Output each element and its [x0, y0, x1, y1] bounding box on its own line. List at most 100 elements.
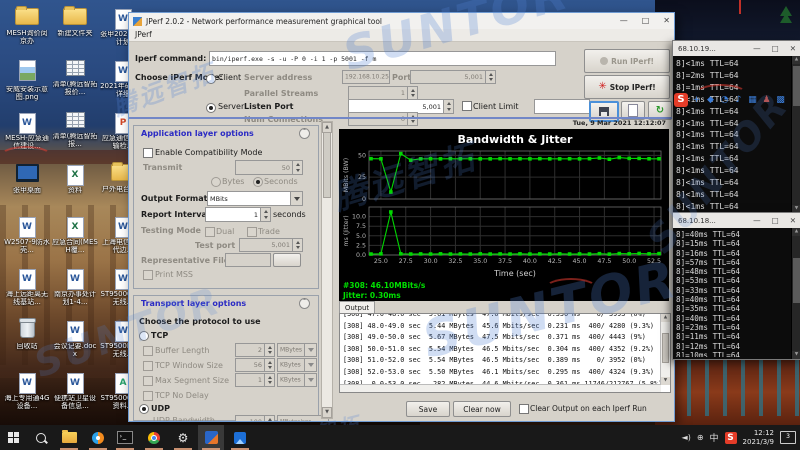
browse-button[interactable]	[273, 253, 301, 267]
desktop-icon-16[interactable]: W海上远距离无线基站...	[4, 266, 50, 316]
jperf-window[interactable]: JPerf 2.0.2 - Network performance measur…	[128, 12, 675, 422]
print-mss-checkbox[interactable]	[143, 270, 153, 280]
scrollbar-thumb[interactable]	[662, 333, 669, 363]
output-format-dropdown[interactable]: MBits	[207, 191, 303, 206]
output-scrollbar[interactable]: ▲ ▼	[660, 314, 670, 385]
cmd-button[interactable]: ›_	[112, 425, 138, 450]
spinner-arrows[interactable]	[407, 87, 417, 99]
scroll-up-icon[interactable]: ▲	[792, 56, 800, 64]
settings-button[interactable]: ⚙	[170, 425, 196, 450]
spinner-arrows[interactable]	[485, 71, 495, 83]
desktop-icon-19[interactable]: 回收站	[4, 318, 50, 368]
scroll-up-icon[interactable]: ▲	[792, 228, 800, 236]
desktop-icon-4[interactable]: 安威安装示意图.png	[4, 58, 50, 108]
keyboard-icon[interactable]: ▦	[747, 94, 758, 106]
start-button[interactable]	[0, 425, 26, 450]
scroll-down-icon[interactable]: ▼	[661, 377, 670, 385]
run-iperf-button[interactable]: Run IPerf!	[584, 49, 670, 73]
desktop-icon-2[interactable]: 新建文件夹	[52, 6, 98, 56]
file-explorer-button[interactable]	[56, 425, 82, 450]
speaker-icon[interactable]: ◄)	[682, 433, 691, 442]
menu-jperf[interactable]: JPerf	[135, 30, 152, 39]
notification-icon[interactable]: 3	[780, 431, 796, 444]
jperf-taskbar-button[interactable]	[198, 425, 224, 450]
buffer-length-unit-dropdown[interactable]: MBytes	[277, 343, 317, 357]
client-limit-field[interactable]	[534, 99, 590, 114]
scrollbar-thumb[interactable]	[793, 258, 800, 303]
ping-window-2[interactable]: 68.10.18... —□✕ 8]=40ms TTL=64 8]=15ms T…	[672, 212, 800, 360]
port-spinner[interactable]: 5,001	[410, 70, 496, 84]
chrome-button[interactable]	[141, 425, 167, 450]
chevron-down-icon[interactable]	[290, 192, 302, 205]
representative-file-field[interactable]	[225, 253, 271, 267]
maximize-icon[interactable]: □	[772, 216, 779, 225]
jperf-menubar[interactable]: JPerf	[129, 29, 674, 42]
taskbar-clock[interactable]: 12:122021/3/9	[743, 429, 774, 446]
ping-window-2-titlebar[interactable]: 68.10.18... —□✕	[673, 213, 800, 228]
buffer-length-spinner[interactable]: 2	[235, 343, 275, 357]
spinner-arrows[interactable]	[292, 239, 302, 251]
sogou-tray-icon[interactable]: S	[725, 432, 737, 444]
server-address-field[interactable]: 192.168.10.253	[342, 70, 390, 84]
iperf-command-field[interactable]: bin/iperf.exe -s -u -P 0 -i 1 -p 5001 -f…	[209, 51, 556, 66]
ping-window-1[interactable]: 68.10.19... —□✕ 8]<1ms TTL=64 8]=2ms TTL…	[672, 40, 800, 214]
ping-window-1-titlebar[interactable]: 68.10.19... —□✕	[673, 41, 800, 56]
maximize-icon[interactable]: □	[772, 44, 779, 53]
spinner-arrows[interactable]	[264, 344, 274, 356]
tcp-no-delay-checkbox[interactable]	[143, 391, 153, 401]
scroll-down-icon[interactable]: ▼	[322, 407, 332, 418]
clock-icon[interactable]: ◔	[719, 94, 730, 106]
report-interval-spinner[interactable]: 1	[205, 207, 271, 222]
chevron-down-icon[interactable]	[304, 374, 316, 386]
clear-now-button[interactable]: Clear now	[453, 401, 511, 417]
desktop-icon-14[interactable]: X应急合同(MESH覆...	[52, 214, 98, 264]
collapse-icon[interactable]: ˆ	[299, 298, 310, 309]
desktop-icon-17[interactable]: W南京办事处计划1-4...	[52, 266, 98, 316]
spinner-arrows[interactable]	[264, 359, 274, 371]
desktop-icon-7[interactable]: WMESH-应急通信建设...	[4, 110, 50, 160]
minimize-icon[interactable]: —	[753, 216, 761, 225]
spinner-arrows[interactable]	[264, 416, 274, 422]
transmit-spinner[interactable]: 50	[235, 160, 303, 175]
output-hscrollbar[interactable]	[340, 384, 661, 392]
options-scrollbar[interactable]: ▲ ▼	[321, 121, 333, 419]
jperf-titlebar[interactable]: JPerf 2.0.2 - Network performance measur…	[129, 13, 674, 29]
ime-indicator[interactable]: 中	[710, 431, 719, 444]
parallel-streams-spinner[interactable]: 1	[348, 86, 418, 100]
scrollbar-thumb[interactable]	[323, 132, 331, 198]
stop-iperf-button[interactable]: ✳Stop IPerf!	[584, 75, 670, 99]
grid-icon[interactable]: ▩	[775, 94, 786, 106]
desktop-icon-22[interactable]: W海上专用通4G设备...	[4, 370, 50, 420]
udp-bandwidth-spinner[interactable]: 100	[235, 415, 275, 422]
microphone-icon[interactable]: ♪	[733, 94, 744, 106]
close-icon[interactable]: ✕	[790, 44, 796, 53]
desktop-icon-10[interactable]: 张甲桌面	[4, 162, 50, 212]
spinner-arrows[interactable]	[443, 100, 453, 113]
add-icon[interactable]: +	[691, 94, 702, 106]
spinner-arrows[interactable]	[407, 113, 417, 125]
minimize-icon[interactable]: —	[753, 44, 761, 53]
target-icon[interactable]: ◆	[705, 94, 716, 106]
tcp-radio[interactable]	[139, 331, 149, 341]
desktop-icon-23[interactable]: W便携站卫星设备信息...	[52, 370, 98, 420]
test-port-spinner[interactable]: 5,001	[239, 238, 303, 252]
scroll-up-icon[interactable]: ▲	[661, 314, 670, 322]
tcp-window-checkbox[interactable]	[143, 361, 153, 371]
num-connections-spinner[interactable]: 0	[348, 112, 418, 126]
seconds-radio[interactable]	[253, 177, 263, 187]
photos-button[interactable]	[227, 425, 253, 450]
close-icon[interactable]: ✕	[663, 13, 670, 29]
mss-spinner[interactable]: 1	[235, 373, 275, 387]
mss-unit-dropdown[interactable]: KBytes	[277, 373, 317, 387]
console-scrollbar[interactable]: ▲ ▼	[791, 228, 800, 359]
search-button[interactable]	[28, 425, 54, 450]
tcp-window-unit-dropdown[interactable]: KBytes	[277, 358, 317, 372]
scroll-down-icon[interactable]: ▼	[792, 351, 800, 359]
client-limit-checkbox[interactable]	[462, 101, 472, 111]
spinner-arrows[interactable]	[260, 208, 270, 221]
compatibility-checkbox[interactable]	[143, 148, 153, 158]
collapse-icon[interactable]: ˆ	[299, 128, 310, 139]
desktop-icon-5[interactable]: 清单(腾远智拓报价...	[52, 58, 98, 108]
server-radio[interactable]	[206, 103, 216, 113]
desktop-icon-13[interactable]: WW2507-9防水壳...	[4, 214, 50, 264]
